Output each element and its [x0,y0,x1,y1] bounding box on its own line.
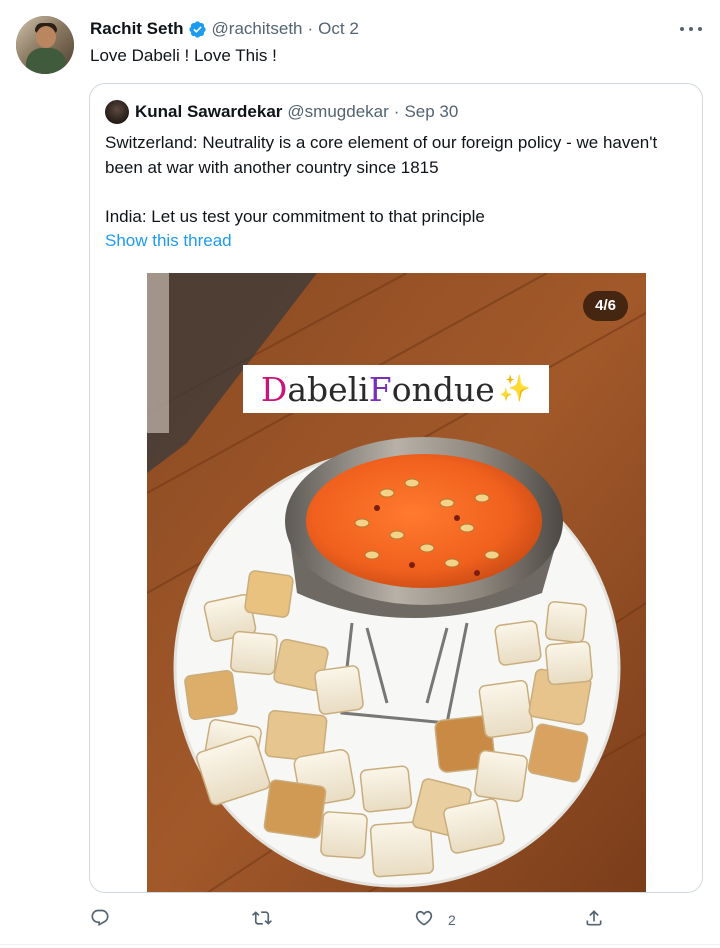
tweet-text: Love Dabeli ! Love This ! [90,46,277,65]
overlay-letter-f: F [368,369,392,409]
retweet-icon [252,908,272,933]
quoted-header: Kunal Sawardekar @smugdekar · Sep 30 [105,100,458,124]
like-button[interactable]: 2 [414,905,456,935]
tweet-date[interactable]: Oct 2 [318,19,359,39]
like-count: 2 [448,912,456,928]
overlay-letter-d: D [260,369,288,409]
quoted-media-photo[interactable]: 4/6 Dabeli Fondue ✨ [147,273,646,892]
quoted-text-line-1: Switzerland: Neutrality is a core elemen… [105,133,658,177]
tweet-header: Rachit Seth @rachitseth · Oct 2 [90,19,359,39]
photo-overlay-title: Dabeli Fondue ✨ [243,365,549,413]
reply-button[interactable] [90,905,110,935]
media-counter: 4/6 [583,291,628,321]
show-thread-link[interactable]: Show this thread [105,231,232,251]
quoted-author-avatar [105,100,129,124]
more-options-icon[interactable] [680,22,702,36]
separator-dot: · [393,102,400,121]
quoted-date: Sep 30 [404,102,459,121]
quoted-tweet[interactable]: Kunal Sawardekar @smugdekar · Sep 30 Swi… [89,83,703,893]
tweet: Rachit Seth @rachitseth · Oct 2 Love Dab… [0,0,720,948]
retweet-button[interactable] [252,905,272,935]
verified-badge-icon [188,20,207,39]
overlay-word-ondue: ondue [391,369,495,409]
author-name[interactable]: Rachit Seth [90,19,184,39]
quoted-text-line-2: India: Let us test your commitment to th… [105,207,485,226]
share-icon [584,908,604,933]
sparkle-icon: ✨ [498,374,532,404]
share-button[interactable] [584,905,604,935]
overlay-word-abeli: abeli [287,369,369,409]
quoted-author-handle: @smugdekar [287,102,389,121]
divider [0,944,720,945]
tweet-actions: 2 [0,905,720,937]
quoted-author-name: Kunal Sawardekar [135,102,283,121]
quoted-text: Switzerland: Neutrality is a core elemen… [105,130,685,229]
author-avatar[interactable] [16,16,74,74]
separator-dot: · [307,19,314,38]
author-handle[interactable]: @rachitseth [212,19,303,39]
reply-icon [90,908,110,933]
like-icon [414,908,434,933]
